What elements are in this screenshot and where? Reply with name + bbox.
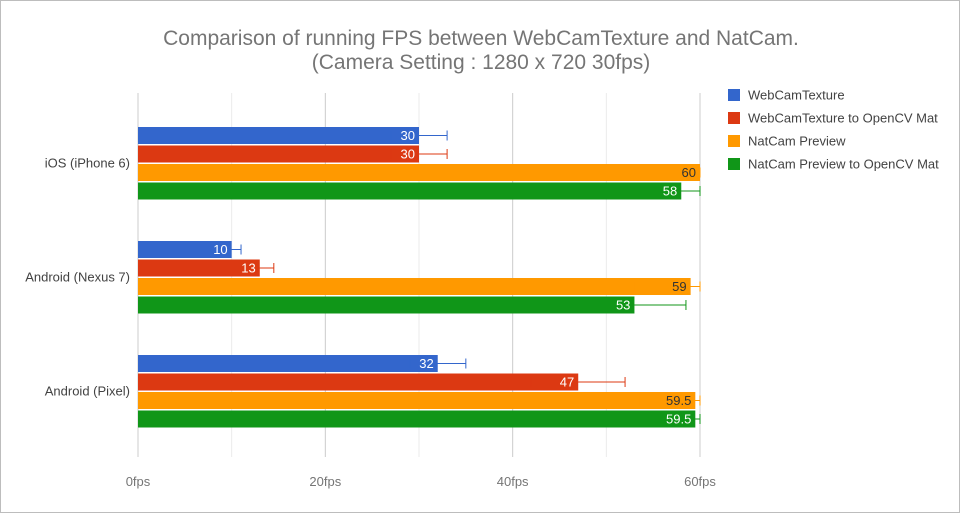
bar bbox=[138, 392, 696, 409]
data-label: 60 bbox=[682, 165, 696, 180]
data-label: 53 bbox=[616, 298, 630, 313]
data-label: 47 bbox=[560, 375, 574, 390]
bar bbox=[138, 355, 438, 372]
bar bbox=[138, 410, 696, 428]
x-tick-label: 0fps bbox=[126, 474, 151, 489]
bar bbox=[138, 145, 419, 163]
legend-swatch bbox=[728, 158, 740, 170]
data-label: 58 bbox=[663, 184, 677, 199]
data-label: 13 bbox=[241, 261, 255, 276]
data-label: 30 bbox=[401, 147, 415, 162]
data-label: 30 bbox=[401, 128, 415, 143]
legend-item: NatCam Preview to OpenCV Mat bbox=[728, 157, 939, 172]
legend-item: WebCamTexture to OpenCV Mat bbox=[728, 111, 938, 126]
bar bbox=[138, 296, 635, 314]
chart-title: Comparison of running FPS between WebCam… bbox=[163, 27, 799, 50]
x-tick-label: 60fps bbox=[684, 474, 716, 489]
data-label: 32 bbox=[419, 356, 433, 371]
category-label: Android (Pixel) bbox=[45, 383, 130, 398]
legend-label: WebCamTexture to OpenCV Mat bbox=[748, 111, 938, 126]
y-axis-categories: iOS (iPhone 6) Android (Nexus 7) Android (… bbox=[25, 155, 130, 398]
data-label: 59 bbox=[672, 279, 686, 294]
bar-chart: Comparison of running FPS between WebCam… bbox=[25, 27, 939, 489]
legend: WebCamTexture WebCamTexture to OpenCV Mat… bbox=[728, 88, 939, 172]
bar bbox=[138, 127, 419, 144]
category-label: iOS (iPhone 6) bbox=[45, 155, 130, 170]
bar bbox=[138, 373, 579, 391]
bar bbox=[138, 182, 682, 200]
chart-subtitle: (Camera Setting : 1280 x 720 30fps) bbox=[312, 51, 651, 74]
legend-label: WebCamTexture bbox=[748, 88, 845, 103]
data-label: 59.5 bbox=[666, 412, 691, 427]
x-tick-label: 40fps bbox=[497, 474, 529, 489]
legend-swatch bbox=[728, 135, 740, 147]
chart-frame: Comparison of running FPS between WebCam… bbox=[0, 0, 960, 513]
bar bbox=[138, 164, 700, 181]
legend-label: NatCam Preview bbox=[748, 134, 846, 149]
x-tick-label: 20fps bbox=[309, 474, 341, 489]
legend-swatch bbox=[728, 89, 740, 101]
legend-label: NatCam Preview to OpenCV Mat bbox=[748, 157, 939, 172]
bar bbox=[138, 278, 691, 295]
legend-item: NatCam Preview bbox=[728, 134, 846, 149]
category-label: Android (Nexus 7) bbox=[25, 269, 130, 284]
x-axis-ticks: 0fps 20fps 40fps 60fps bbox=[126, 474, 717, 489]
legend-swatch bbox=[728, 112, 740, 124]
legend-item: WebCamTexture bbox=[728, 88, 845, 103]
data-label: 10 bbox=[213, 242, 227, 257]
data-label: 59.5 bbox=[666, 393, 691, 408]
